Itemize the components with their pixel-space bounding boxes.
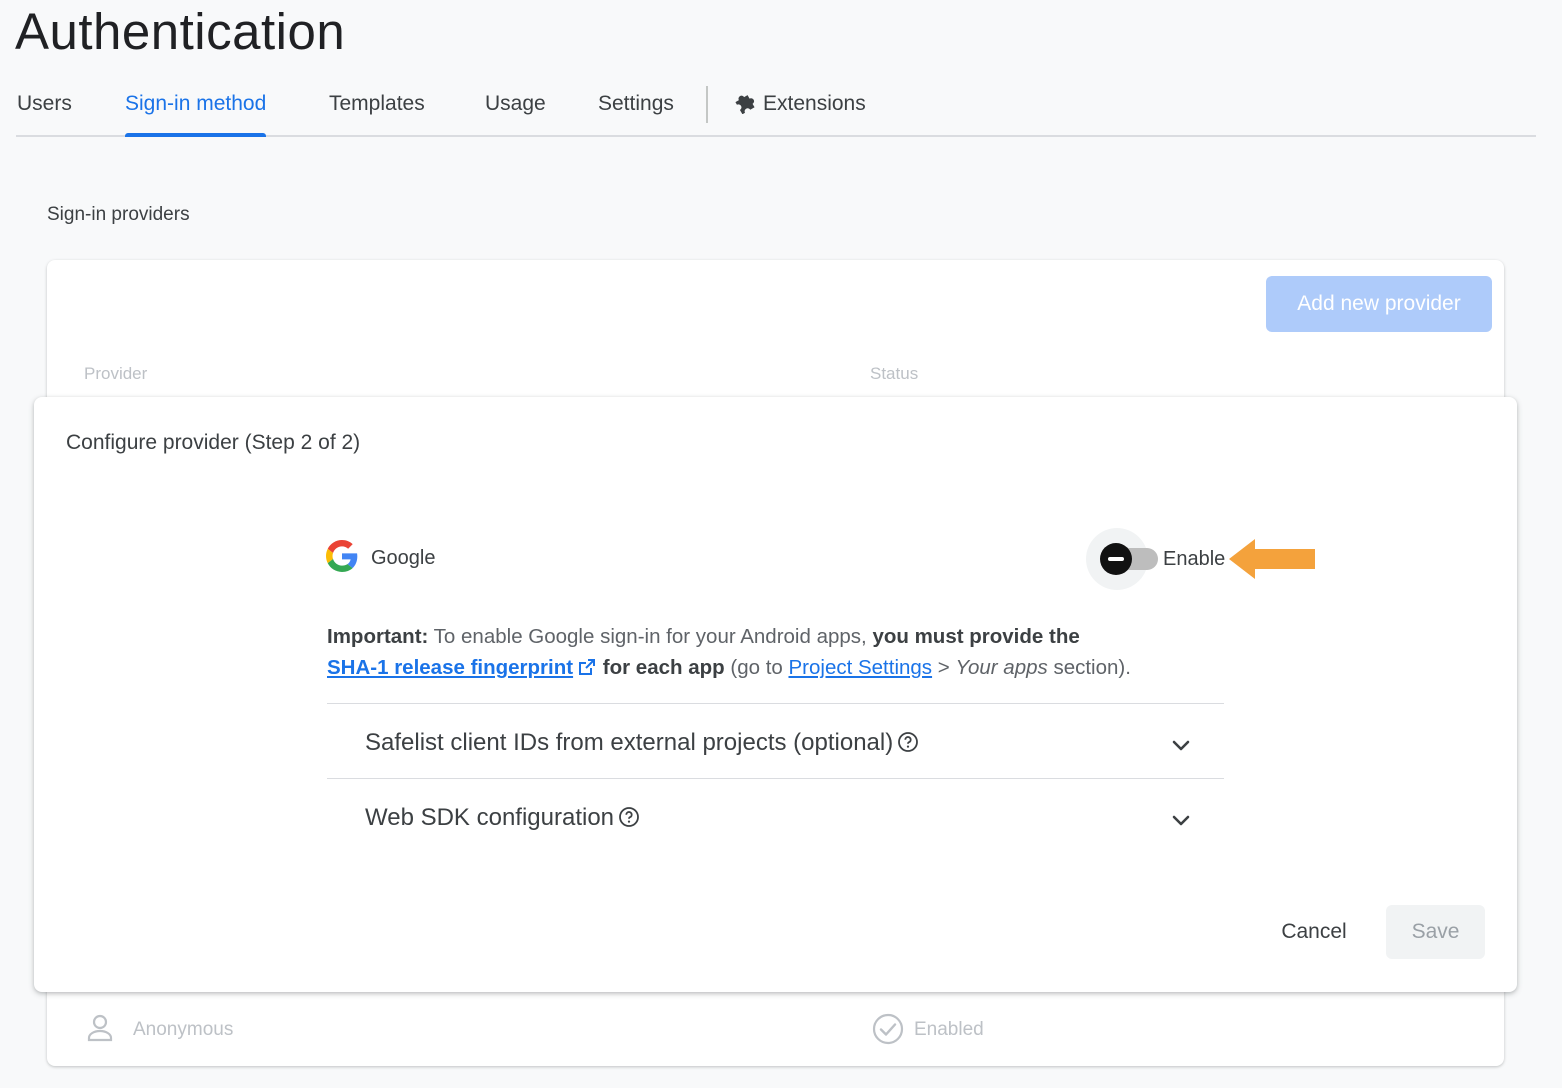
- google-logo-icon: [326, 540, 358, 577]
- info-bold-2: for each app: [597, 656, 725, 679]
- info-text-3: >: [932, 656, 956, 679]
- accordion-web-sdk-configuration[interactable]: Web SDK configuration: [327, 778, 1224, 853]
- chevron-down-icon[interactable]: [1170, 734, 1192, 761]
- status-badge: Enabled: [914, 1019, 984, 1040]
- provider-name: Google: [371, 547, 436, 569]
- tab-divider: [706, 86, 708, 123]
- sha1-fingerprint-link-text: SHA-1 release fingerprint: [327, 656, 574, 679]
- tab-extensions-label: Extensions: [763, 92, 866, 115]
- external-link-icon[interactable]: [577, 655, 597, 686]
- chevron-down-icon[interactable]: [1170, 809, 1192, 836]
- accordion-label-text: Safelist client IDs from external projec…: [365, 729, 894, 756]
- info-bold-1: you must provide the: [872, 625, 1080, 648]
- enable-toggle-thumb[interactable]: [1100, 543, 1132, 575]
- page-title: Authentication: [15, 3, 346, 60]
- help-icon[interactable]: [897, 731, 919, 760]
- tab-settings[interactable]: Settings: [598, 82, 674, 135]
- accordion-label: Safelist client IDs from external projec…: [365, 729, 919, 760]
- info-text-4: section).: [1047, 656, 1131, 679]
- accordion-safelist-client-ids[interactable]: Safelist client IDs from external projec…: [327, 703, 1224, 778]
- status-column-header: Status: [870, 364, 919, 383]
- tab-sign-in-method[interactable]: Sign-in method: [125, 82, 267, 137]
- info-text: Important: To enable Google sign-in for …: [327, 621, 1227, 686]
- save-button[interactable]: Save: [1386, 905, 1485, 959]
- tab-users[interactable]: Users: [17, 82, 72, 135]
- project-settings-link[interactable]: Project Settings: [788, 656, 932, 679]
- add-new-provider-button[interactable]: Add new provider: [1266, 276, 1492, 332]
- section-heading: Sign-in providers: [47, 204, 190, 225]
- provider-name-anonymous: Anonymous: [133, 1019, 234, 1040]
- info-text-2: (go to: [724, 656, 789, 679]
- puzzle-icon: [733, 86, 755, 130]
- check-circle-icon: [872, 1013, 904, 1050]
- cancel-button[interactable]: Cancel: [1252, 905, 1376, 959]
- info-italic: Your apps: [955, 656, 1048, 679]
- help-icon[interactable]: [618, 806, 640, 835]
- enable-label: Enable: [1163, 548, 1226, 570]
- accordion-label-text: Web SDK configuration: [365, 804, 615, 831]
- person-icon: [86, 1013, 114, 1048]
- tab-bar: Users Sign-in method Templates Usage Set…: [16, 82, 1536, 137]
- table-row[interactable]: Anonymous Enabled: [47, 1010, 1504, 1050]
- tab-templates[interactable]: Templates: [329, 82, 425, 135]
- important-label: Important:: [327, 625, 429, 648]
- sha1-fingerprint-link[interactable]: SHA-1 release fingerprint: [327, 656, 573, 679]
- arrow-icon: [1229, 539, 1319, 584]
- tab-usage[interactable]: Usage: [485, 82, 546, 135]
- accordion-label: Web SDK configuration: [365, 804, 640, 835]
- tab-extensions[interactable]: Extensions: [733, 82, 866, 135]
- info-text-1: To enable Google sign-in for your Androi…: [428, 625, 873, 648]
- dialog-title: Configure provider (Step 2 of 2): [66, 431, 361, 454]
- configure-provider-dialog: Configure provider (Step 2 of 2) Google …: [34, 397, 1517, 992]
- provider-column-header: Provider: [84, 364, 148, 383]
